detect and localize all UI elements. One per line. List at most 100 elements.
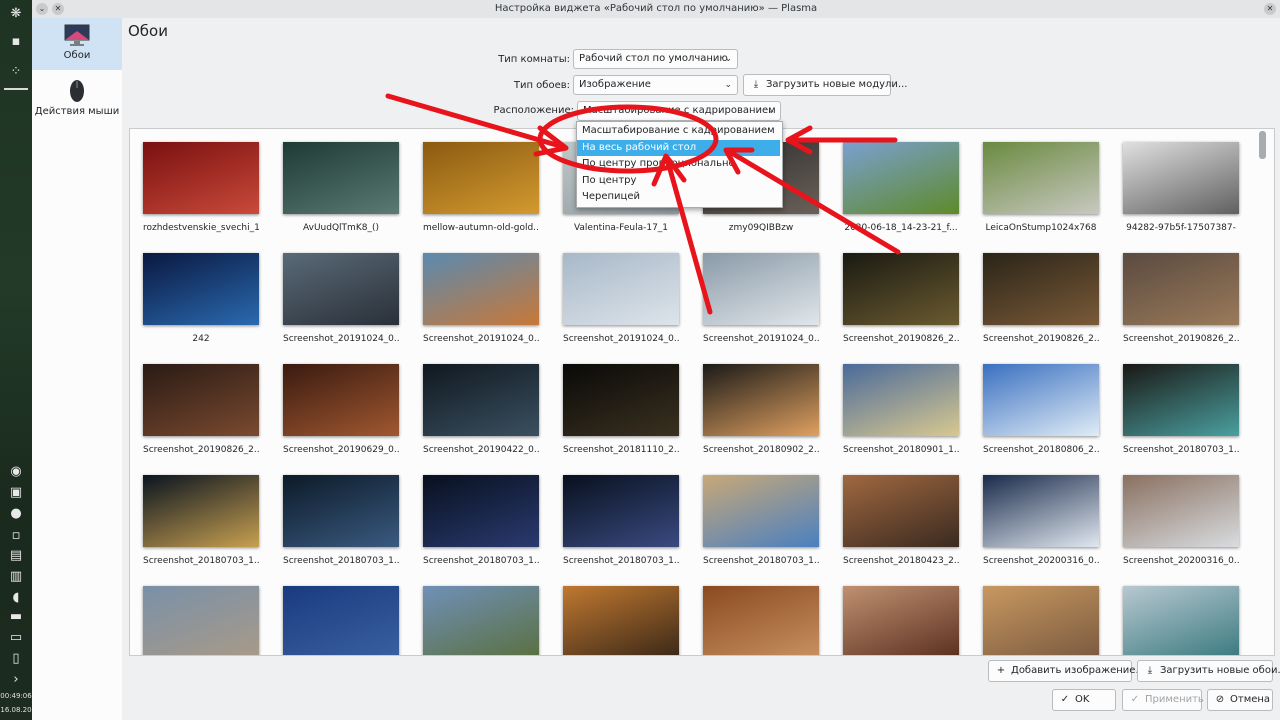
wallpaper-thumbnail <box>143 142 259 214</box>
wallpaper-thumbnail <box>563 253 679 325</box>
positioning-combobox[interactable]: Масштабирование с кадрированием ⌄ <box>577 101 781 121</box>
wallpaper-thumbnail <box>983 586 1099 655</box>
page-title: Обои <box>128 22 168 40</box>
app-launcher-icon[interactable]: ❋ <box>6 6 26 22</box>
wallpaper-name: Screenshot_20190826_2... <box>843 334 959 344</box>
wallpaper-thumbnail <box>1123 142 1239 214</box>
wallpaper-tile[interactable]: Screenshot_20190422_0... <box>423 364 539 455</box>
wallpaper-tile[interactable] <box>703 586 819 655</box>
wallpaper-tile[interactable] <box>843 586 959 655</box>
get-new-wallpapers-button[interactable]: ⤓ Загрузить новые обои... <box>1137 660 1280 682</box>
wallpaper-thumbnail <box>423 586 539 655</box>
category-wallpaper[interactable]: Обои <box>32 18 122 70</box>
wallpaper-name: Screenshot_20191024_0... <box>703 334 819 344</box>
positioning-option[interactable]: Черепицей <box>577 189 780 205</box>
wallpaper-tile[interactable]: Screenshot_20190826_2... <box>1123 253 1239 344</box>
wallpaper-tile[interactable]: Screenshot_20180703_1... <box>563 475 679 566</box>
wallpaper-tile[interactable]: Screenshot_20190629_0... <box>283 364 399 455</box>
wallpaper-tile[interactable]: mellow-autumn-old-gold... <box>423 142 539 233</box>
wallpaper-name: Screenshot_20180703_1... <box>703 556 819 566</box>
grid-scrollbar[interactable] <box>1259 131 1266 159</box>
wallpaper-tile[interactable]: Screenshot_20200316_0... <box>1123 475 1239 566</box>
wallpaper-tile[interactable]: Screenshot_20191024_0... <box>283 253 399 344</box>
layout-combobox[interactable]: Рабочий стол по умолчанию ⌄ <box>573 49 738 69</box>
display-icon[interactable]: ▭ <box>6 630 26 646</box>
user-icon[interactable]: ◉ <box>6 464 26 480</box>
notification-icon[interactable]: ▫ <box>6 528 26 544</box>
wallpaper-tile[interactable]: Screenshot_20180901_1... <box>843 364 959 455</box>
wallpaper-tile[interactable]: Screenshot_20191024_0... <box>703 253 819 344</box>
wallpaper-tile[interactable] <box>563 586 679 655</box>
positioning-value: Масштабирование с кадрированием <box>583 105 776 116</box>
wallpaper-name: Screenshot_20180703_1... <box>283 556 399 566</box>
wallpaper-tile[interactable]: Screenshot_20191024_0... <box>563 253 679 344</box>
wallpaper-thumbnail <box>703 364 819 436</box>
firefox-icon[interactable]: ● <box>6 506 26 522</box>
wallpaper-name: Screenshot_20180703_1... <box>423 556 539 566</box>
positioning-dropdown[interactable]: Масштабирование с кадрированием На весь р… <box>576 121 783 208</box>
positioning-option[interactable]: Масштабирование с кадрированием <box>577 123 780 139</box>
clipboard-icon[interactable]: ▤ <box>6 548 26 564</box>
panel-time[interactable]: 00:49:06 <box>0 692 32 700</box>
wallpaper-thumbnail <box>983 253 1099 325</box>
volume-icon[interactable]: ◖ <box>6 590 26 606</box>
wallpaper-tile[interactable]: Screenshot_20180703_1... <box>703 475 819 566</box>
wallpaper-tile[interactable]: Screenshot_20180703_1... <box>143 475 259 566</box>
cancel-button[interactable]: ⊘ Отмена <box>1207 689 1273 711</box>
wallpaper-tile[interactable]: Screenshot_20180902_2... <box>703 364 819 455</box>
wallpaper-tile[interactable]: Screenshot_20190826_2... <box>143 364 259 455</box>
expand-tray-icon[interactable]: › <box>6 672 26 688</box>
wallpaper-tile[interactable] <box>1123 586 1239 655</box>
wallpaper-tile[interactable]: Screenshot_20191024_0... <box>423 253 539 344</box>
category-sidebar: Обои Действия мыши <box>32 18 123 720</box>
wallpaper-name: mellow-autumn-old-gold... <box>423 223 539 233</box>
wallpaper-thumbnail <box>703 475 819 547</box>
wallpaper-name: Screenshot_20191024_0... <box>423 334 539 344</box>
wallpaper-tile[interactable]: Screenshot_20180703_1... <box>1123 364 1239 455</box>
category-mouse-actions[interactable]: Действия мыши <box>32 76 122 126</box>
wallpaper-tile[interactable] <box>143 586 259 655</box>
wallpaper-tile[interactable]: 242 <box>143 253 259 344</box>
wallpaper-tile[interactable]: Screenshot_20190826_2... <box>983 253 1099 344</box>
wallpaper-tile[interactable]: Screenshot_20180806_2... <box>983 364 1099 455</box>
wallpaper-tile[interactable] <box>423 586 539 655</box>
chevron-down-icon: ⌄ <box>724 80 732 90</box>
positioning-option[interactable]: На весь рабочий стол <box>577 139 780 156</box>
wallpaper-tile[interactable]: Screenshot_20180703_1... <box>423 475 539 566</box>
wallpaper-tile[interactable]: Screenshot_20180703_1... <box>283 475 399 566</box>
apply-button[interactable]: ✓ Применить <box>1122 689 1204 711</box>
positioning-option[interactable]: По центру пропорционально <box>577 156 780 172</box>
pager-icon[interactable]: ▪ <box>6 34 26 50</box>
network-icon[interactable]: ▥ <box>6 569 26 585</box>
panel-date[interactable]: 16.08.20 <box>0 706 32 714</box>
wallpaper-tile[interactable]: rozhdestvenskie_svechi_1 <box>143 142 259 233</box>
get-new-plugins-button[interactable]: ⤓ Загрузить новые модули... <box>743 74 907 96</box>
wallpaper-name: Screenshot_20180423_2... <box>843 556 959 566</box>
wallpaper-type-combobox[interactable]: Изображение ⌄ <box>573 75 738 95</box>
keyboard-layout-icon[interactable]: ▬ <box>6 609 26 625</box>
wallpaper-name: Screenshot_20180703_1... <box>563 556 679 566</box>
close-window-icon[interactable]: ✕ <box>1264 3 1276 15</box>
wallpaper-tile[interactable] <box>983 586 1099 655</box>
wallpaper-name: Screenshot_20190629_0... <box>283 445 399 455</box>
wallpaper-thumbnail <box>283 475 399 547</box>
wallpaper-tile[interactable]: AvUudQlTmK8_() <box>283 142 399 233</box>
ok-button[interactable]: ✓ OK <box>1052 689 1116 711</box>
add-image-button[interactable]: + Добавить изображение... <box>988 660 1145 682</box>
wallpaper-tile[interactable]: Screenshot_20200316_0... <box>983 475 1099 566</box>
wallpaper-thumbnail <box>283 586 399 655</box>
wallpaper-tile[interactable]: 94282-97b5f-17507387- <box>1123 142 1239 233</box>
window-titlebar[interactable]: ⌄ ✕ Настройка виджета «Рабочий стол по у… <box>32 0 1280 19</box>
wallpaper-tile[interactable]: Screenshot_20181110_2... <box>563 364 679 455</box>
wallpaper-tile[interactable]: 2020-06-18_14-23-21_f... <box>843 142 959 233</box>
wallpaper-tile[interactable]: Screenshot_20180423_2... <box>843 475 959 566</box>
show-desktop-icon[interactable]: ⁘ <box>6 64 26 80</box>
wallpaper-tile[interactable] <box>283 586 399 655</box>
wallpaper-tile[interactable]: Screenshot_20190826_2... <box>843 253 959 344</box>
wallpaper-thumbnail <box>283 364 399 436</box>
wallpaper-thumbnail <box>1123 586 1239 655</box>
battery-icon[interactable]: ▯ <box>6 651 26 667</box>
positioning-option[interactable]: По центру <box>577 173 780 189</box>
media-player-icon[interactable]: ▣ <box>6 485 26 501</box>
wallpaper-tile[interactable]: LeicaOnStump1024x768 <box>983 142 1099 233</box>
